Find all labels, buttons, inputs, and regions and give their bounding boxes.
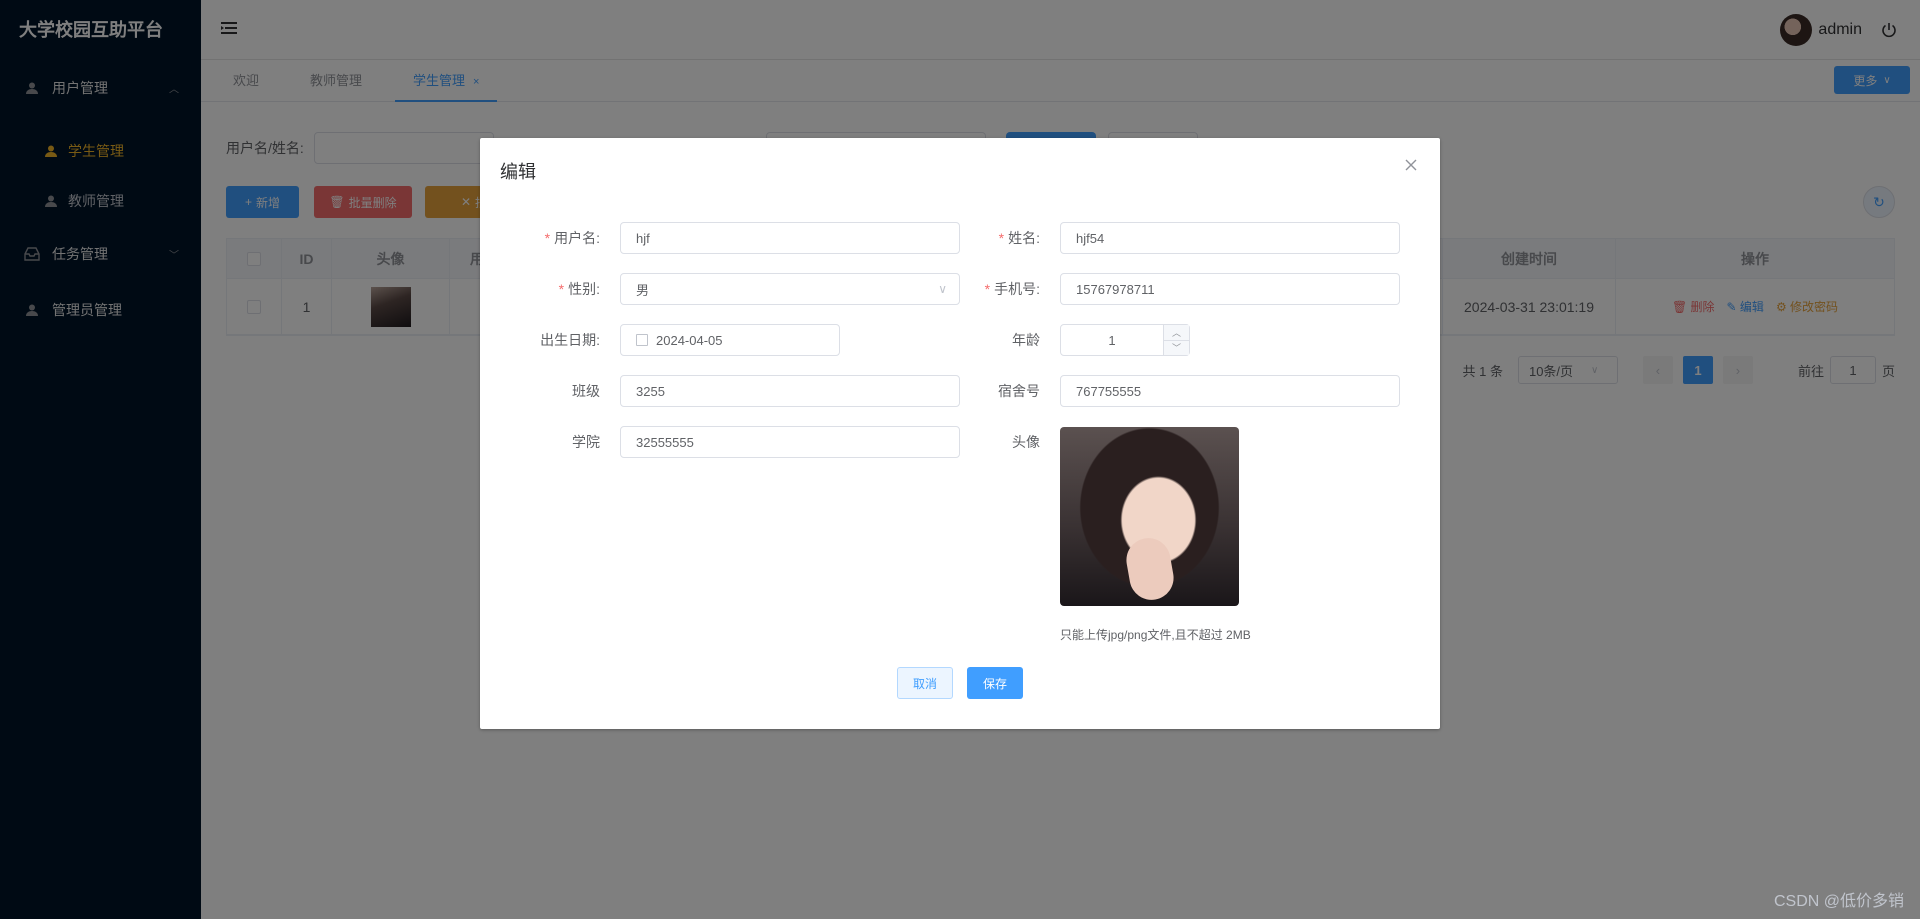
decrease-icon[interactable]: ﹀: [1164, 341, 1189, 356]
avatar-upload[interactable]: [1060, 427, 1239, 606]
gender-value: 男: [636, 282, 650, 298]
college-field[interactable]: 32555555: [620, 426, 960, 458]
dorm-label: 宿舍号: [998, 383, 1040, 399]
username-label-text: 用户名:: [554, 230, 600, 246]
name-field[interactable]: hjf54: [1060, 222, 1400, 254]
watermark: CSDN @低价多销: [1773, 893, 1904, 910]
birthday-picker[interactable]: 2024-04-05: [620, 324, 840, 356]
dorm-field[interactable]: 767755555: [1060, 375, 1400, 407]
gender-label-text: 性别:: [568, 281, 600, 297]
phone-field[interactable]: 15767978711: [1060, 273, 1400, 305]
required-mark: *: [558, 281, 565, 297]
required-mark: *: [998, 230, 1005, 246]
stepper-controls: ︿ ﹀: [1163, 325, 1189, 355]
avatar-image-detail: [1122, 534, 1178, 604]
class-field[interactable]: 3255: [620, 375, 960, 407]
phone-label-text: 手机号:: [994, 281, 1040, 297]
avatar-label: 头像: [1012, 434, 1040, 450]
age-stepper[interactable]: 1 ︿ ﹀: [1060, 324, 1190, 356]
name-label-text: 姓名:: [1008, 230, 1040, 246]
calendar-icon: [636, 334, 648, 346]
required-mark: *: [544, 230, 551, 246]
close-icon[interactable]: [1404, 158, 1420, 174]
dialog-title: 编辑: [500, 162, 536, 182]
edit-dialog: 编辑 * 用户名: hjf * 姓名: hjf54 * 性别: 男 ∨ * 手机号: 1…: [480, 138, 1440, 729]
age-value[interactable]: 1: [1061, 325, 1163, 355]
username-label: * 用户名:: [480, 228, 600, 248]
cancel-button[interactable]: 取消: [897, 667, 953, 699]
upload-tip: 只能上传jpg/png文件,且不超过 2MB: [1060, 628, 1251, 642]
age-label: 年龄: [1012, 332, 1040, 348]
birthday-label: 出生日期:: [540, 332, 600, 348]
gender-select[interactable]: 男 ∨: [620, 273, 960, 305]
gender-label: * 性别:: [480, 279, 600, 299]
save-button[interactable]: 保存: [967, 667, 1023, 699]
college-label: 学院: [572, 434, 600, 450]
required-mark: *: [984, 281, 991, 297]
increase-icon[interactable]: ︿: [1164, 325, 1189, 341]
name-label: * 姓名:: [920, 228, 1040, 248]
username-field[interactable]: hjf: [620, 222, 960, 254]
birthday-value: 2024-04-05: [656, 332, 723, 348]
phone-label: * 手机号:: [920, 279, 1040, 299]
class-label: 班级: [572, 383, 600, 399]
